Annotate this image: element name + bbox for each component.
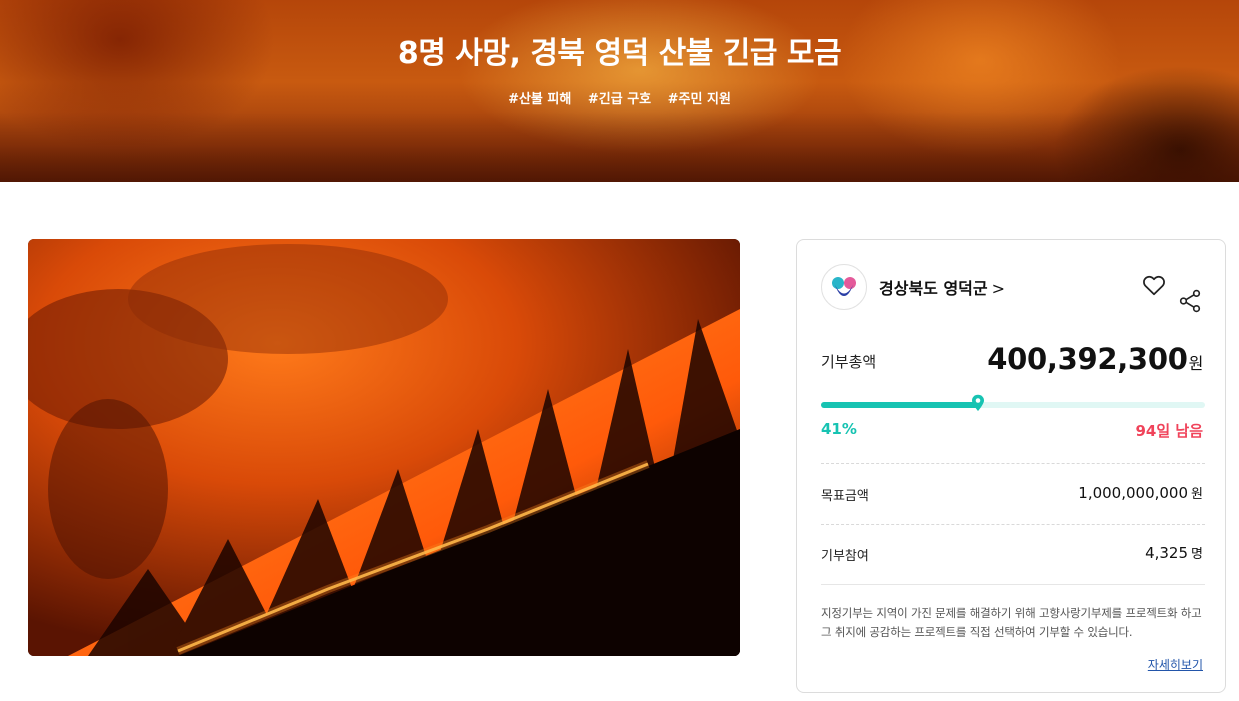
progress-fill (821, 402, 979, 408)
designated-donation-description: 지정기부는 지역이 가진 문제를 해결하기 위해 고향사랑기부제를 프로젝트화 … (821, 606, 1202, 639)
location-pin-icon (971, 394, 985, 412)
goal-amount: 1,000,000,000 원 (1078, 483, 1203, 502)
like-button[interactable] (1141, 272, 1167, 298)
hero-banner: 8명 사망, 경북 영덕 산불 긴급 모금 #산불 피해 #긴급 구호 #주민 … (0, 0, 1239, 182)
yeongdeok-logo-icon (832, 277, 856, 296)
participants-count: 4,325 명 (1145, 543, 1203, 562)
currency-unit: 원 (1191, 487, 1203, 502)
participants-value: 4,325 (1145, 544, 1189, 562)
org-logo[interactable] (821, 264, 867, 310)
progress-percent: 41% (821, 420, 857, 438)
donation-panel: 경상북도 영덕군 > 기부총액 400,392,300원 41% 94일 남음 목… (796, 239, 1226, 693)
share-button[interactable] (1177, 288, 1203, 314)
currency-unit: 원 (1188, 354, 1204, 373)
divider (821, 524, 1205, 525)
hashtag[interactable]: #산불 피해 (508, 92, 571, 107)
total-amount: 400,392,300원 (987, 342, 1203, 376)
campaign-title: 8명 사망, 경북 영덕 산불 긴급 모금 (397, 36, 842, 71)
participants-label: 기부참여 (821, 549, 869, 564)
progress-bar (821, 394, 1205, 411)
total-amount-value: 400,392,300 (987, 342, 1188, 376)
hashtag[interactable]: #주민 지원 (668, 92, 731, 107)
hashtag-list: #산불 피해 #긴급 구호 #주민 지원 (0, 88, 1239, 107)
heart-icon (1143, 275, 1165, 296)
share-icon (1179, 289, 1201, 313)
org-link[interactable]: 경상북도 영덕군 > (879, 275, 1005, 299)
total-label: 기부총액 (821, 353, 877, 371)
days-remaining: 94일 남음 (1135, 422, 1204, 440)
divider (821, 463, 1205, 464)
participants-unit: 명 (1191, 547, 1203, 562)
wildfire-photo (28, 239, 740, 656)
goal-amount-value: 1,000,000,000 (1078, 484, 1189, 502)
see-more-link[interactable]: 자세히보기 (1148, 656, 1203, 673)
divider (821, 584, 1205, 585)
hashtag[interactable]: #긴급 구호 (588, 92, 651, 107)
chevron-right-icon: > (991, 279, 1006, 298)
goal-label: 목표금액 (821, 489, 869, 504)
org-name: 경상북도 영덕군 (879, 279, 988, 298)
